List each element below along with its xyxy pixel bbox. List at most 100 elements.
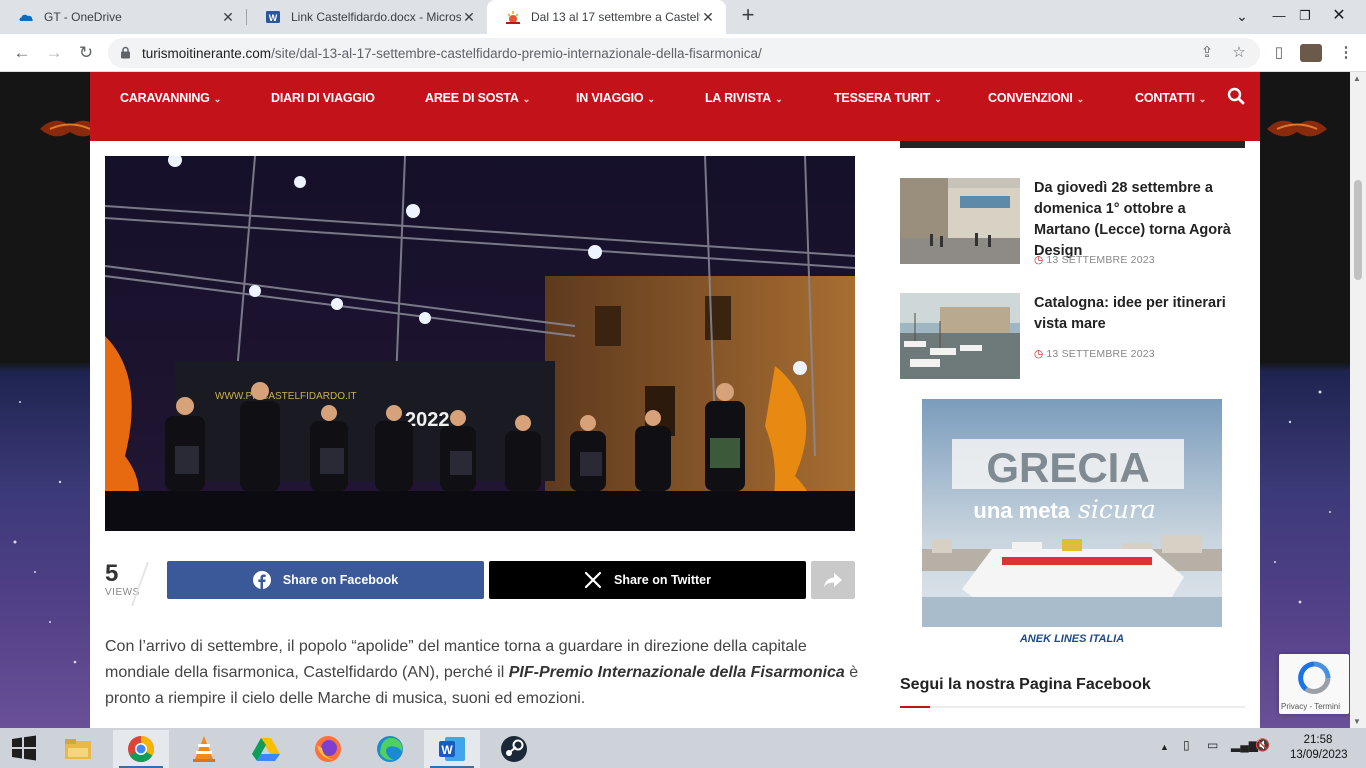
facebook-icon [252,571,271,589]
url-text[interactable]: turismoitinerante.com/site/dal-13-al-17-… [142,46,762,61]
lock-icon [121,46,130,59]
share-facebook-button[interactable]: Share on Facebook [167,561,484,599]
nav-label: AREE DI SOSTA [425,91,519,105]
nav-item-caravanning[interactable]: CARAVANNING ⌄ [120,91,221,105]
share-arrow-icon [824,573,842,587]
tab-close-icon[interactable]: ✕ [700,9,716,26]
sidebar-previous-image-edge [900,141,1245,148]
main-navigation: CARAVANNING ⌄ DIARI DI VIAGGIO AREE DI SO… [90,72,1260,141]
taskbar-word[interactable]: W [424,730,480,768]
views-label: VIEWS [105,587,140,598]
reload-button[interactable]: ↻ [74,41,98,65]
side-panel-icon[interactable]: ▯ [1269,43,1289,63]
nav-item-tessera-turit[interactable]: TESSERA TURIT ⌄ [834,91,942,105]
tab-title: Dal 13 al 17 settembre a Castelfidardo [531,10,700,24]
ad-tagline-a: una meta [973,498,1070,523]
post-thumbnail[interactable] [900,178,1020,264]
windows-start-icon[interactable] [8,735,40,761]
taskbar-steam[interactable] [486,730,542,768]
back-button[interactable]: ← [10,41,34,65]
nav-item-diari-di-viaggio[interactable]: DIARI DI VIAGGIO [271,91,375,105]
tab-word-document[interactable]: W Link Castelfidardo.docx - Microsoft Wo… [247,0,487,34]
word-icon: W [266,11,280,23]
taskbar-file-explorer[interactable] [50,730,106,768]
post-date-text: 13 SETTEMBRE 2023 [1046,348,1155,360]
taskbar-firefox[interactable] [300,730,356,768]
clock-date: 13/09/2023 [1290,749,1348,761]
tray-signal-icon[interactable]: ▂▄▆ [1231,738,1258,752]
scrollbar-thumb[interactable] [1354,180,1362,280]
post-title-link[interactable]: Da giovedì 28 settembre a domenica 1° ot… [1034,178,1246,262]
nav-item-in-viaggio[interactable]: IN VIAGGIO ⌄ [576,91,655,105]
clock-time: 21:58 [1303,734,1333,746]
nav-item-contatti[interactable]: CONTATTI ⌄ [1135,91,1206,105]
nav-item-aree-di-sosta[interactable]: AREE DI SOSTA ⌄ [425,91,530,105]
windows-taskbar: W ▲ ▯ ▭ ▂▄▆ 🔇 21:58 13/09/2023 [0,728,1366,768]
bookmark-star-icon[interactable]: ☆ [1230,44,1248,62]
post-title-link[interactable]: Catalogna: idee per itinerari vista mare [1034,293,1246,335]
scroll-up-icon[interactable]: ▲ [1353,74,1361,83]
search-icon[interactable] [1227,87,1245,105]
sidebar-post[interactable]: Catalogna: idee per itinerari vista mare… [900,293,1245,383]
tray-muted-volume-icon[interactable]: 🔇 [1255,738,1270,752]
ad-brand: ANEK LINES ITALIA [1019,633,1124,645]
martano-square-photo [900,178,1020,264]
taskbar-vlc[interactable] [176,730,232,768]
address-bar[interactable]: turismoitinerante.com/site/dal-13-al-17-… [108,38,1260,68]
share-more-button[interactable] [811,561,855,599]
share-page-icon[interactable]: ⇪ [1198,44,1216,62]
tab-castelfidardo-article[interactable]: Dal 13 al 17 settembre a Castelfidardo ✕ [487,0,726,34]
sun-icon [506,11,520,24]
chevron-down-icon: ⌄ [522,94,531,104]
recaptcha-icon [1298,661,1331,695]
page-scrollbar[interactable]: ▲ ▼ [1350,72,1366,728]
post-date: ◷ 13 SETTEMBRE 2023 [1034,348,1155,360]
google-drive-icon [252,738,280,761]
share-facebook-label: Share on Facebook [282,573,399,587]
share-twitter-label: Share on Twitter [613,573,711,587]
tray-chevron-up-icon[interactable]: ▲ [1160,742,1169,752]
nav-item-convenzioni[interactable]: CONVENZIONI ⌄ [988,91,1084,105]
system-clock[interactable]: 21:58 13/09/2023 [1290,733,1348,763]
share-twitter-button[interactable]: Share on Twitter [489,561,806,599]
tab-search-chevron-icon[interactable]: ⌄ [1225,0,1259,34]
chevron-down-icon: ⌄ [1076,94,1085,104]
tray-device-icon[interactable]: ▯ [1183,738,1190,752]
new-tab-button[interactable]: + [737,4,759,27]
article-hero-image: WWW.PIFCASTELFIDARDO.IT 2022 [105,156,855,531]
post-thumbnail[interactable] [900,293,1020,379]
chevron-down-icon: ⌄ [1198,94,1207,104]
facebook-section-heading: Segui la nostra Pagina Facebook [900,676,1151,693]
recaptcha-badge[interactable]: Privacy - Termini [1279,654,1349,714]
nav-item-la-rivista[interactable]: LA RIVISTA ⌄ [705,91,783,105]
tab-title: GT - OneDrive [44,10,122,24]
recaptcha-links[interactable]: Privacy - Termini [1281,702,1340,711]
tab-close-icon[interactable]: ✕ [461,9,477,26]
nav-label: CARAVANNING [120,91,210,105]
close-window-button[interactable]: ✕ [1322,0,1356,34]
views-counter: 5 VIEWS [105,561,150,603]
forward-button[interactable]: → [42,41,66,65]
taskbar-chrome[interactable] [113,730,169,768]
stage-website-text: WWW.PIFCASTELFIDARDO.IT [215,391,357,402]
taskbar-edge[interactable] [362,730,418,768]
tray-network-lan-icon[interactable]: ▭ [1207,738,1218,752]
sidebar-post[interactable]: Da giovedì 28 settembre a domenica 1° ot… [900,178,1245,268]
profile-avatar[interactable] [1300,44,1322,62]
chevron-down-icon: ⌄ [775,94,783,104]
ad-tagline-b: sicura [1078,495,1156,524]
concert-stage-photo: WWW.PIFCASTELFIDARDO.IT 2022 [105,156,855,531]
browser-toolbar: ← → ↻ turismoitinerante.com/site/dal-13-… [0,34,1366,72]
tab-onedrive[interactable]: GT - OneDrive ✕ [0,0,246,34]
restore-button[interactable]: ❐ [1288,0,1322,34]
tab-close-icon[interactable]: ✕ [220,9,236,26]
onedrive-icon [19,14,33,21]
url-domain: turismoitinerante.com [142,46,272,61]
site-container: CARAVANNING ⌄ DIARI DI VIAGGIO AREE DI SO… [90,72,1260,728]
taskbar-google-drive[interactable] [238,730,294,768]
scroll-down-icon[interactable]: ▼ [1353,717,1361,726]
chevron-down-icon: ⌄ [213,94,222,104]
chrome-menu-icon[interactable]: ⋮ [1336,43,1356,63]
advertisement-banner[interactable]: GRECIA una meta sicura ANEK LINES ITALIA [922,399,1222,649]
steam-icon [501,736,527,762]
